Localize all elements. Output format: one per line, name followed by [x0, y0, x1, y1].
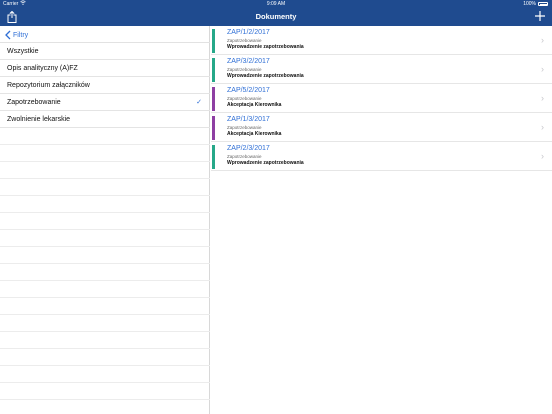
status-color-bar	[212, 116, 215, 140]
chevron-right-icon: ›	[541, 35, 544, 45]
add-document-button[interactable]	[534, 10, 546, 22]
checkmark-icon: ✓	[196, 99, 202, 106]
document-type: Zapotrzebowanie	[227, 96, 262, 101]
empty-row	[0, 315, 210, 332]
battery-icon	[538, 2, 548, 6]
status-color-bar	[212, 145, 215, 169]
document-row[interactable]: ZAP/5/2/2017 Zapotrzebowanie Akceptacja …	[211, 84, 552, 113]
empty-row	[0, 145, 210, 162]
status-color-bar	[212, 58, 215, 82]
document-type: Zapotrzebowanie	[227, 38, 262, 43]
top-bar: Carrier 9:09 AM 100% Dokumenty	[0, 0, 552, 26]
document-type: Zapotrzebowanie	[227, 154, 262, 159]
filters-header: Filtry	[0, 26, 210, 43]
empty-row	[0, 196, 210, 213]
filter-item-opis-analityczny[interactable]: Opis analityczny (A)FZ	[0, 60, 210, 77]
document-id: ZAP/2/3/2017	[227, 145, 270, 152]
filter-item-label: Zapotrzebowanie	[7, 99, 61, 106]
empty-row	[0, 366, 210, 383]
empty-row	[0, 162, 210, 179]
filter-item-wszystkie[interactable]: Wszystkie	[0, 43, 210, 60]
status-color-bar	[212, 29, 215, 53]
document-row[interactable]: ZAP/2/3/2017 Zapotrzebowanie Wprowadzeni…	[211, 142, 552, 171]
status-bar: Carrier 9:09 AM 100%	[0, 0, 552, 8]
filter-item-zwolnienie[interactable]: Zwolnienie lekarskie	[0, 111, 210, 128]
document-status: Wprowadzenie zapotrzebowania	[227, 44, 304, 50]
documents-list: ZAP/1/2/2017 Zapotrzebowanie Wprowadzeni…	[211, 26, 552, 414]
empty-row	[0, 213, 210, 230]
document-id: ZAP/1/3/2017	[227, 116, 270, 123]
empty-row	[0, 281, 210, 298]
document-row[interactable]: ZAP/1/2/2017 Zapotrzebowanie Wprowadzeni…	[211, 26, 552, 55]
empty-row	[0, 298, 210, 315]
page-title: Dokumenty	[255, 12, 297, 21]
filters-back-label: Filtry	[13, 31, 29, 39]
filter-item-zapotrzebowanie[interactable]: Zapotrzebowanie ✓	[0, 94, 210, 111]
document-id: ZAP/5/2/2017	[227, 87, 270, 94]
empty-row	[0, 349, 210, 366]
document-row[interactable]: ZAP/1/3/2017 Zapotrzebowanie Akceptacja …	[211, 113, 552, 142]
document-type: Zapotrzebowanie	[227, 125, 262, 130]
empty-row	[0, 128, 210, 145]
battery-percent: 100%	[523, 1, 536, 7]
app-window: Carrier 9:09 AM 100% Dokumenty Filtry Ws…	[0, 0, 552, 414]
document-status: Wprowadzenie zapotrzebowania	[227, 160, 304, 166]
empty-row	[0, 332, 210, 349]
chevron-left-icon	[5, 30, 11, 40]
filter-item-label: Zwolnienie lekarskie	[7, 116, 71, 123]
empty-row	[0, 383, 210, 400]
filters-panel: Filtry Wszystkie Opis analityczny (A)FZ …	[0, 26, 210, 414]
chevron-right-icon: ›	[541, 151, 544, 161]
document-status: Akceptacja Kierownika	[227, 131, 282, 137]
chevron-right-icon: ›	[541, 64, 544, 74]
document-status: Wprowadzenie zapotrzebowania	[227, 73, 304, 79]
document-id: ZAP/1/2/2017	[227, 29, 270, 36]
filter-item-label: Opis analityczny (A)FZ	[7, 65, 78, 72]
filter-item-label: Repozytorium załączników	[7, 82, 90, 89]
document-row[interactable]: ZAP/3/2/2017 Zapotrzebowanie Wprowadzeni…	[211, 55, 552, 84]
navigation-bar: Dokumenty	[0, 8, 552, 26]
status-color-bar	[212, 87, 215, 111]
empty-row	[0, 264, 210, 281]
battery-indicator: 100%	[523, 0, 548, 8]
document-id: ZAP/3/2/2017	[227, 58, 270, 65]
chevron-right-icon: ›	[541, 93, 544, 103]
empty-row	[0, 179, 210, 196]
empty-row	[0, 247, 210, 264]
document-status: Akceptacja Kierownika	[227, 102, 282, 108]
filters-back-button[interactable]: Filtry	[5, 29, 28, 41]
filter-list: Wszystkie Opis analityczny (A)FZ Repozyt…	[0, 43, 210, 400]
filter-item-repozytorium[interactable]: Repozytorium załączników	[0, 77, 210, 94]
status-time: 9:09 AM	[266, 1, 286, 7]
chevron-right-icon: ›	[541, 122, 544, 132]
empty-row	[0, 230, 210, 247]
document-type: Zapotrzebowanie	[227, 67, 262, 72]
filter-item-label: Wszystkie	[7, 48, 39, 55]
